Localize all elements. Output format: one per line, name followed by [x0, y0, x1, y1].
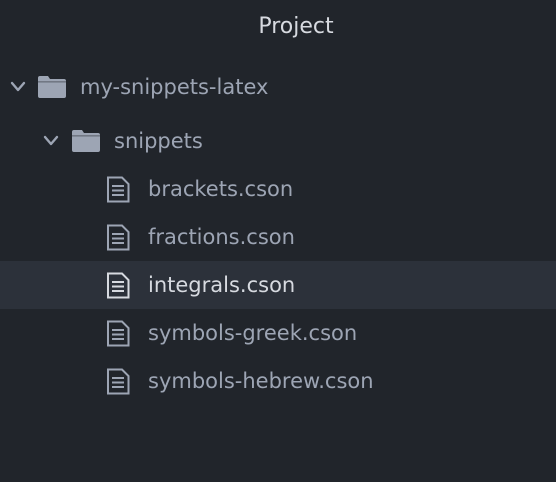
folder-icon	[72, 130, 100, 152]
tree-item-label: snippets	[114, 129, 203, 153]
tree-item-file[interactable]: brackets.cson	[0, 165, 556, 213]
tree-item-file[interactable]: fractions.cson	[0, 213, 556, 261]
file-text-icon	[107, 320, 130, 347]
tree-item-file[interactable]: symbols-hebrew.cson	[0, 357, 556, 405]
file-text-icon	[107, 272, 130, 299]
tree-item-label: symbols-greek.cson	[148, 321, 358, 345]
file-text-icon	[107, 176, 130, 203]
chevron-down-icon[interactable]	[8, 63, 28, 111]
tree-item-snippets[interactable]: snippets	[0, 117, 556, 165]
tree-item-label: integrals.cson	[148, 273, 296, 297]
tree-item-file[interactable]: symbols-greek.cson	[0, 309, 556, 357]
tree-item-my-snippets-latex[interactable]: my-snippets-latex	[0, 63, 556, 111]
project-panel: Project my-snippets-latex snippets brack…	[0, 0, 556, 482]
panel-title: Project	[258, 14, 334, 39]
tree-item-label: fractions.cson	[148, 225, 295, 249]
tree-item-file-selected[interactable]: integrals.cson	[0, 261, 556, 309]
folder-icon	[38, 76, 66, 98]
tree-item-label: symbols-hebrew.cson	[148, 369, 374, 393]
tree-item-label: my-snippets-latex	[80, 75, 269, 99]
file-text-icon	[107, 224, 130, 251]
tree-item-label: brackets.cson	[148, 177, 294, 201]
file-text-icon	[107, 368, 130, 395]
chevron-down-icon[interactable]	[41, 117, 61, 165]
